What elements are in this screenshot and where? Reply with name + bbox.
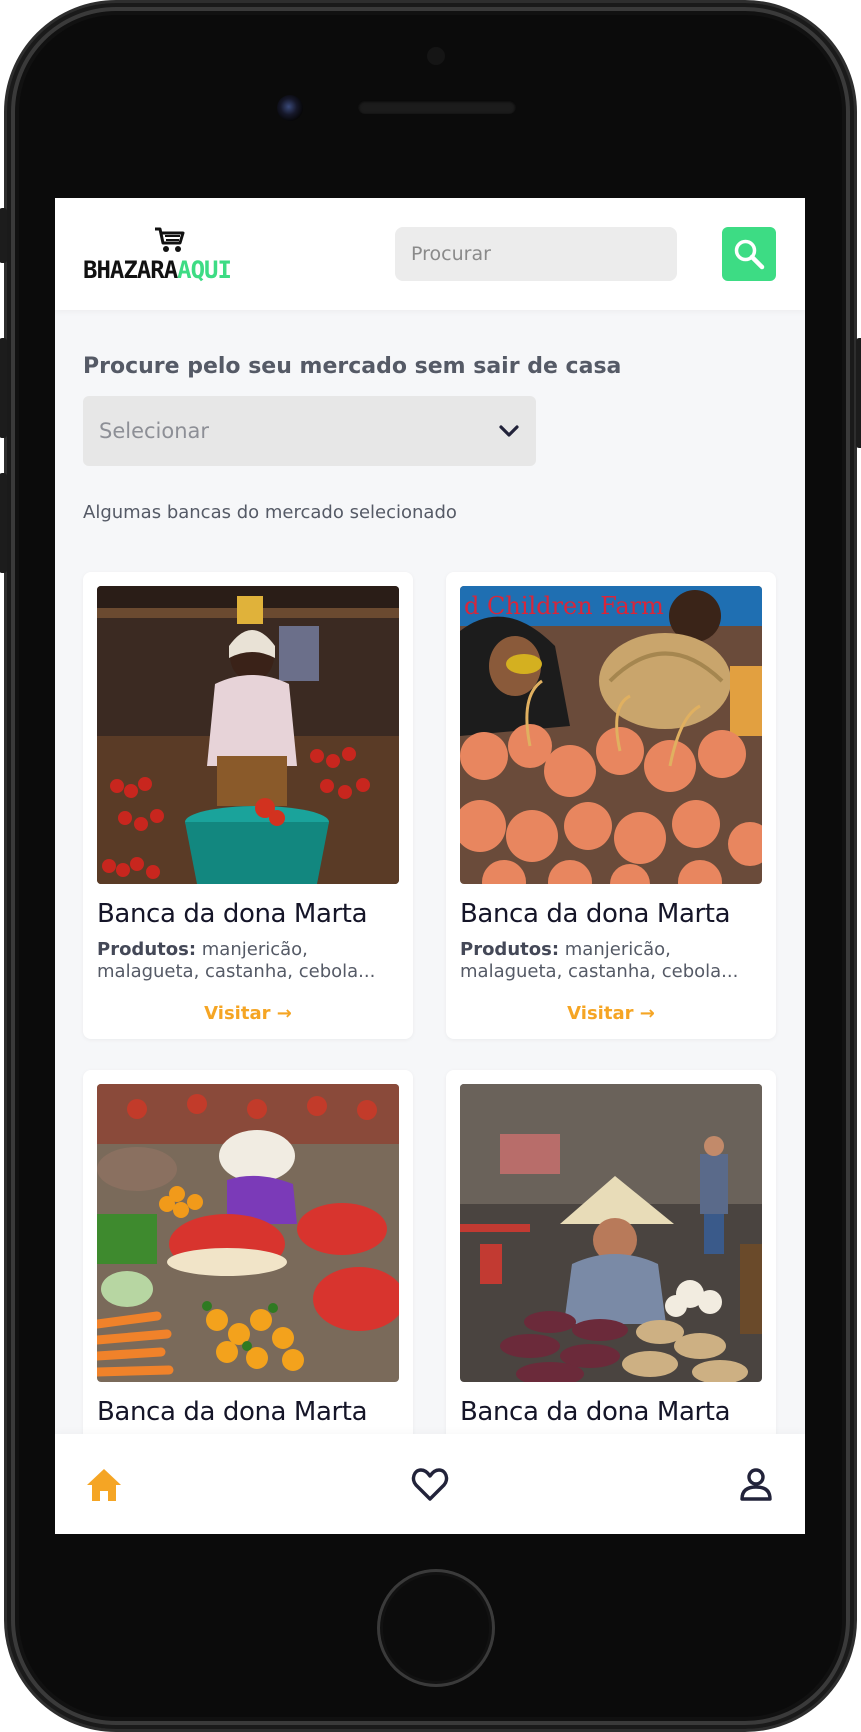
products-line-1: manjericão, — [564, 939, 671, 960]
stall-photo: d Children Farm — [460, 586, 762, 884]
front-camera — [277, 95, 303, 121]
market-select[interactable]: Selecionar — [83, 396, 536, 466]
products-label: Produtos: — [97, 939, 197, 960]
app-logo[interactable]: BHAZARAAQUI — [83, 226, 273, 286]
products-line-2: malagueta, castanha, cebola... — [460, 961, 739, 982]
app-header: BHAZARAAQUI — [55, 198, 805, 310]
logo-part2: AQUI — [177, 256, 232, 284]
products-line-2: malagueta, castanha, cebola... — [97, 961, 376, 982]
stalls-subtitle: Algumas bancas do mercado selecionado — [83, 502, 457, 523]
stall-photo — [97, 1084, 399, 1382]
nav-profile[interactable] — [736, 1464, 776, 1504]
stall-title: Banca da dona Marta — [460, 1397, 731, 1427]
stall-card[interactable]: Banca da dona Marta Produtos: manjericão… — [83, 572, 413, 1039]
heart-icon — [411, 1468, 449, 1501]
stall-card[interactable]: d Children Farm Banca da dona Marta Prod… — [446, 572, 776, 1039]
products-label: Produtos: — [460, 939, 560, 960]
stall-title: Banca da dona Marta — [97, 1397, 368, 1427]
home-icon — [87, 1469, 121, 1501]
chevron-down-icon — [499, 425, 519, 437]
nav-home[interactable] — [84, 1464, 124, 1504]
stall-photo — [97, 586, 399, 884]
visit-link[interactable]: Visitar → — [83, 1003, 413, 1024]
banner-text: d Children Farm — [464, 592, 664, 620]
logo-part1: BHAZARA — [83, 256, 178, 284]
stall-products: Produtos: manjericão, malagueta, castanh… — [97, 939, 399, 983]
power-button — [856, 338, 861, 448]
visit-link[interactable]: Visitar → — [446, 1003, 776, 1024]
app-screen: BHAZARAAQUI Procure pelo seu mercado sem… — [55, 198, 805, 1534]
nav-favorites[interactable] — [410, 1464, 450, 1504]
volume-down-button — [0, 473, 7, 573]
home-hardware-button — [377, 1569, 495, 1687]
silent-switch — [0, 208, 7, 263]
cart-icon — [155, 227, 185, 252]
search-button[interactable] — [722, 227, 776, 281]
logo-wordmark: BHAZARAAQUI — [83, 256, 232, 284]
search-input[interactable] — [395, 227, 677, 281]
volume-up-button — [0, 338, 7, 438]
market-select-value: Selecionar — [99, 419, 210, 443]
bottom-navigation — [55, 1434, 805, 1534]
stall-title: Banca da dona Marta — [460, 899, 731, 929]
stall-products: Produtos: manjericão, malagueta, castanh… — [460, 939, 762, 983]
user-icon — [740, 1468, 772, 1501]
search-icon — [734, 239, 765, 270]
earpiece-speaker — [358, 100, 516, 114]
page-heading: Procure pelo seu mercado sem sair de cas… — [83, 354, 622, 379]
proximity-sensor — [427, 47, 445, 65]
stall-photo — [460, 1084, 762, 1382]
products-line-1: manjericão, — [201, 939, 308, 960]
stall-title: Banca da dona Marta — [97, 899, 368, 929]
